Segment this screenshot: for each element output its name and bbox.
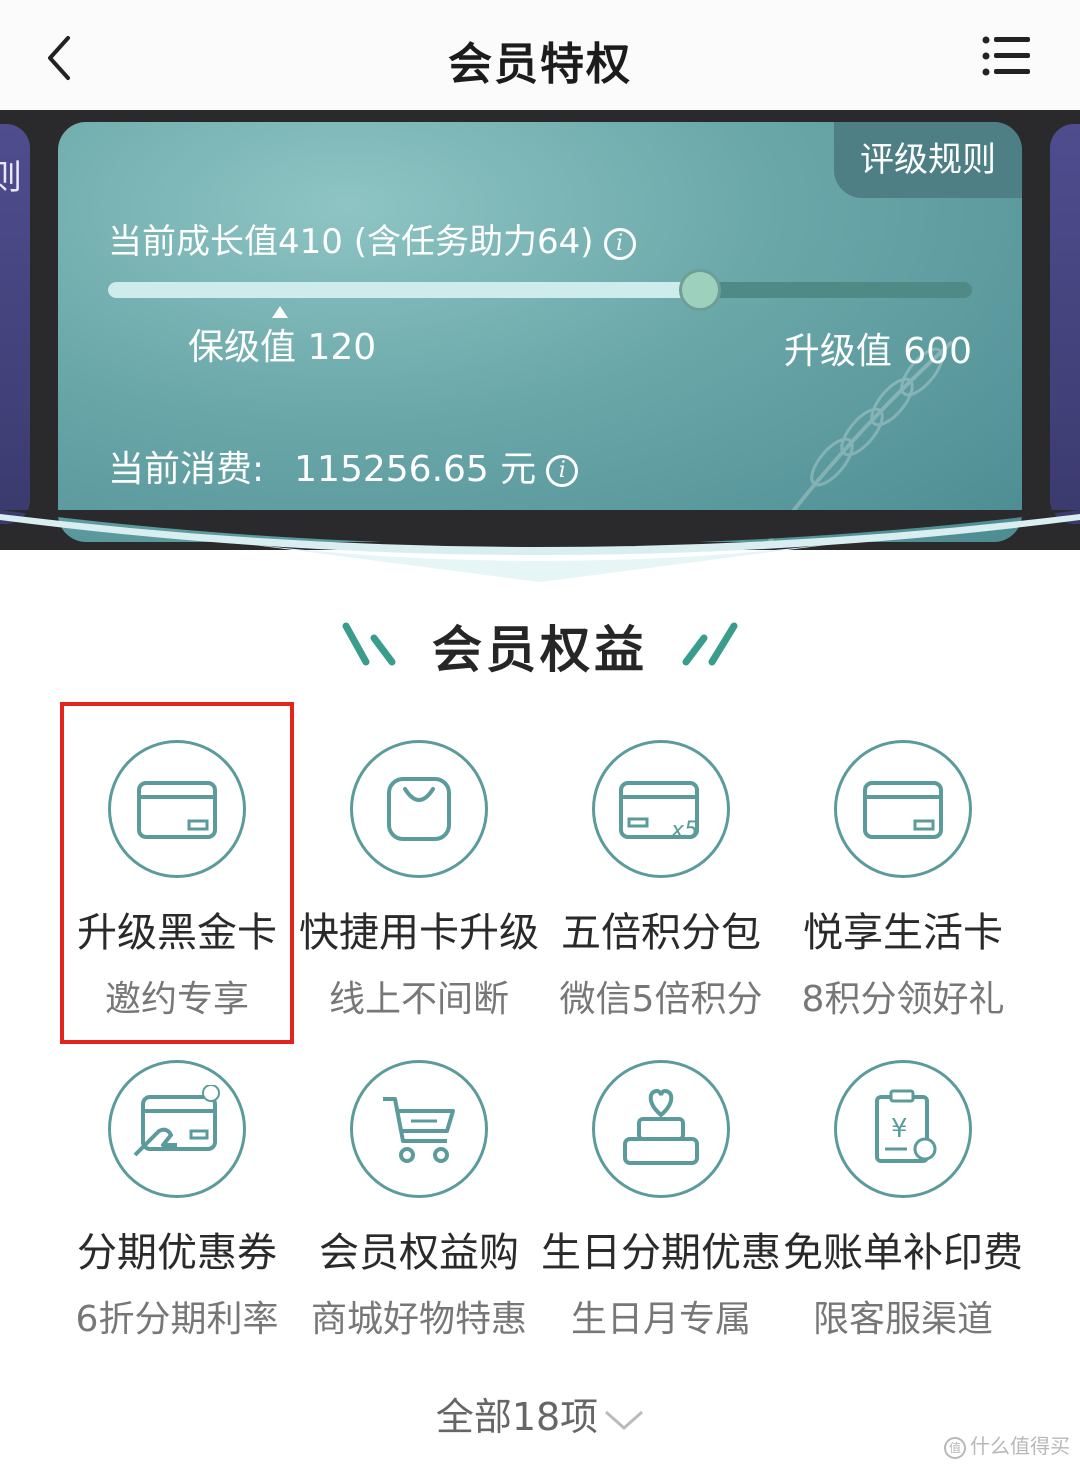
wheat-knob-icon — [678, 269, 721, 311]
info-icon[interactable]: i — [603, 227, 636, 260]
benefit-icon-circle — [108, 1060, 246, 1198]
chevron-down-icon — [605, 1410, 644, 1430]
membership-card: 评级规则 当前成长值410 (含任务助力64) i 保级值 120 升级值 600… — [58, 122, 1022, 542]
benefit-icon-circle — [350, 740, 488, 878]
upgrade-level-label: 升级值 600 — [783, 331, 972, 372]
benefit-icon-circle — [350, 1060, 488, 1198]
benefit-icon-circle: ¥ — [834, 1060, 972, 1198]
previous-card-peek[interactable]: 则 — [0, 124, 30, 524]
benefit-title: 悦享生活卡 — [803, 910, 1003, 956]
current-spend-row: 当前消费: 115256.65 元 i — [108, 440, 579, 492]
card-icon — [863, 781, 943, 839]
bag-icon — [387, 777, 451, 841]
watermark-logo-icon: 值 — [944, 1436, 966, 1459]
watermark: 值什么值得买 — [944, 1430, 1070, 1459]
rating-rules-button[interactable]: 评级规则 — [834, 122, 1022, 198]
current-spend-label: 当前消费: — [108, 449, 265, 490]
next-card-peek[interactable] — [1050, 124, 1080, 524]
cake-icon — [623, 1088, 699, 1165]
page-title: 会员特权 — [448, 39, 632, 90]
benefit-subtitle: 商城好物特惠 — [310, 1299, 527, 1340]
keep-level-label: 保级值 120 — [188, 327, 377, 368]
benefit-subtitle: 限客服渠道 — [812, 1299, 993, 1340]
growth-progress-fill — [108, 282, 700, 298]
benefit-subtitle: 线上不间断 — [328, 979, 509, 1020]
growth-progress-bar — [108, 269, 972, 311]
membership-card-carousel[interactable]: 则 评级规则 当前成长值410 (含任务助力64) i 保级值 120 升级值 6… — [0, 110, 1080, 550]
bill-icon: ¥ — [875, 1089, 937, 1163]
previous-card-label: 则 — [0, 158, 22, 198]
svg-text:¥: ¥ — [891, 1114, 908, 1144]
growth-value-text: 当前成长值410 (含任务助力64) i — [108, 214, 636, 263]
watermark-text: 什么值得买 — [970, 1434, 1070, 1458]
current-spend-value: 115256.65 元 — [294, 449, 537, 490]
cart-icon — [383, 1097, 455, 1163]
benefits-section-title: 会员权益 — [432, 621, 648, 679]
top-nav-bar: 会员特权 — [0, 0, 1080, 110]
highlight-annotation-box — [60, 702, 294, 1044]
benefit-subtitle: 8积分领好礼 — [801, 979, 1005, 1020]
card-hand-icon — [133, 1085, 220, 1157]
benefit-title: 五倍积分包 — [561, 910, 761, 956]
view-all-benefits-button[interactable]: 全部18项 — [0, 1386, 1080, 1441]
benefit-icon-circle — [834, 740, 972, 878]
growth-value-label: 当前成长值410 (含任务助力64) — [108, 222, 594, 262]
benefit-title: 免账单补印费 — [783, 1230, 1023, 1276]
benefit-subtitle: 微信5倍积分 — [559, 979, 763, 1020]
benefit-title: 会员权益购 — [319, 1230, 519, 1276]
keep-level-marker-icon — [272, 306, 288, 318]
svg-text:x5: x5 — [670, 818, 698, 843]
card-x5-icon: x5 — [619, 781, 699, 843]
title-decoration-right-icon — [682, 622, 738, 666]
benefit-icon-circle: x5 — [592, 740, 730, 878]
benefit-title: 快捷用卡升级 — [299, 910, 539, 956]
benefit-title: 生日分期优惠 — [541, 1230, 781, 1276]
benefit-subtitle: 6折分期利率 — [75, 1299, 279, 1340]
menu-button[interactable] — [982, 34, 1032, 78]
benefit-subtitle: 生日月专属 — [570, 1299, 751, 1340]
benefit-title: 分期优惠券 — [77, 1230, 277, 1276]
list-menu-icon — [982, 36, 1030, 76]
info-icon[interactable]: i — [546, 455, 579, 487]
view-all-label: 全部18项 — [435, 1395, 599, 1439]
benefit-icon-circle — [592, 1060, 730, 1198]
card-bottom-curve — [0, 510, 1080, 582]
